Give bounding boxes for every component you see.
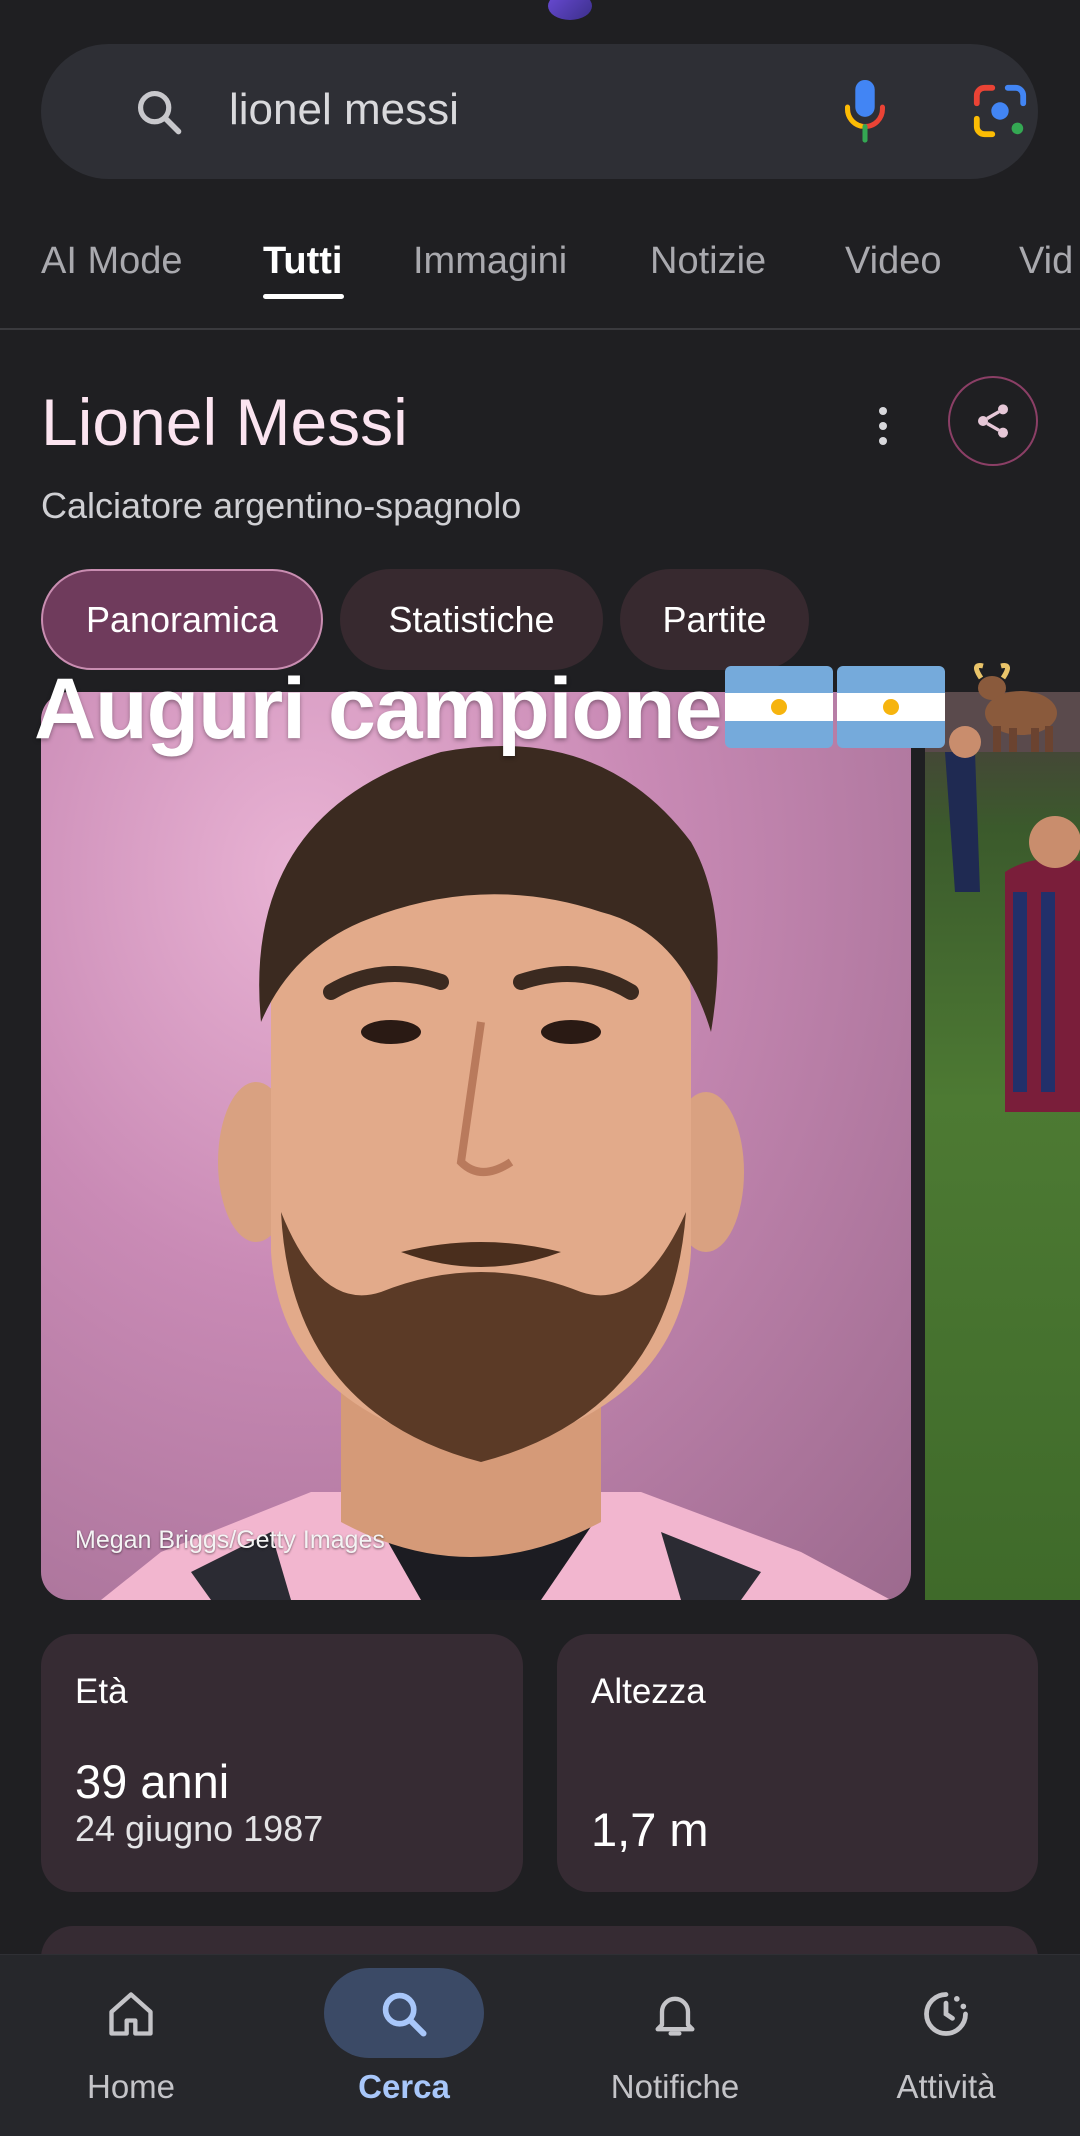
overlay-caption-text: Auguri campione xyxy=(34,661,722,757)
image-carousel[interactable]: Megan Briggs/Getty Images xyxy=(41,692,1080,1600)
secondary-photo[interactable] xyxy=(925,692,1080,1600)
bull-icon xyxy=(951,658,1061,758)
search-icon xyxy=(137,90,182,135)
fact-label: Altezza xyxy=(591,1672,706,1711)
tab-immagini[interactable]: Immagini xyxy=(413,237,567,285)
chip-panoramica[interactable]: Panoramica xyxy=(41,569,323,670)
active-tab-indicator xyxy=(263,294,344,299)
argentina-flag-icon xyxy=(837,666,946,748)
divider xyxy=(0,328,1080,330)
share-button[interactable] xyxy=(948,376,1038,466)
search-bar[interactable]: lionel messi xyxy=(41,44,1038,179)
image-credit: Megan Briggs/Getty Images xyxy=(75,1526,385,1554)
mic-icon[interactable] xyxy=(841,78,889,144)
nav-label: Notifiche xyxy=(610,2068,740,2105)
app-logo-fragment xyxy=(548,0,592,20)
nav-home[interactable]: Home xyxy=(31,1954,231,2136)
more-vert-icon[interactable] xyxy=(866,396,900,456)
nav-label: Attività xyxy=(896,2068,996,2105)
tab-video[interactable]: Video xyxy=(845,237,942,285)
share-icon xyxy=(978,404,1008,438)
football-illustration xyxy=(925,692,1080,1112)
home-icon xyxy=(101,1984,161,2044)
search-icon xyxy=(374,1984,434,2044)
tab-ai-mode[interactable]: AI Mode xyxy=(41,237,183,285)
search-input[interactable]: lionel messi xyxy=(229,80,459,140)
bell-icon xyxy=(645,1984,705,2044)
activity-icon xyxy=(916,1984,976,2044)
tab-video-2[interactable]: Vid xyxy=(1019,237,1073,285)
argentina-flag-icon xyxy=(725,666,834,748)
portrait-illustration xyxy=(101,746,891,1600)
fact-card-age[interactable]: Età 39 anni 24 giugno 1987 xyxy=(41,1634,523,1892)
nav-label: Cerca xyxy=(358,2068,450,2105)
fact-card-height[interactable]: Altezza 1,7 m xyxy=(557,1634,1038,1892)
fact-value: 1,7 m xyxy=(591,1803,709,1856)
nav-cerca[interactable]: Cerca xyxy=(304,1954,504,2136)
entity-title: Lionel Messi xyxy=(41,385,408,459)
entity-subtitle: Calciatore argentino-spagnolo xyxy=(41,485,522,526)
nav-label: Home xyxy=(86,2068,176,2105)
chip-partite[interactable]: Partite xyxy=(620,569,809,670)
overlay-caption: Auguri campione xyxy=(34,658,1061,759)
lens-icon[interactable] xyxy=(971,82,1029,140)
fact-label: Età xyxy=(75,1672,128,1711)
tab-notizie[interactable]: Notizie xyxy=(650,237,766,285)
tab-tutti[interactable]: Tutti xyxy=(263,237,342,285)
search-tabs: AI Mode Tutti Immagini Notizie Video Vid xyxy=(0,225,1080,329)
chip-statistiche[interactable]: Statistiche xyxy=(340,569,603,670)
profile-photo[interactable]: Megan Briggs/Getty Images xyxy=(41,692,911,1600)
nav-notifiche[interactable]: Notifiche xyxy=(575,1954,775,2136)
nav-attivita[interactable]: Attività xyxy=(846,1954,1046,2136)
fact-value: 39 anni xyxy=(75,1755,230,1808)
fact-detail: 24 giugno 1987 xyxy=(75,1808,324,1849)
